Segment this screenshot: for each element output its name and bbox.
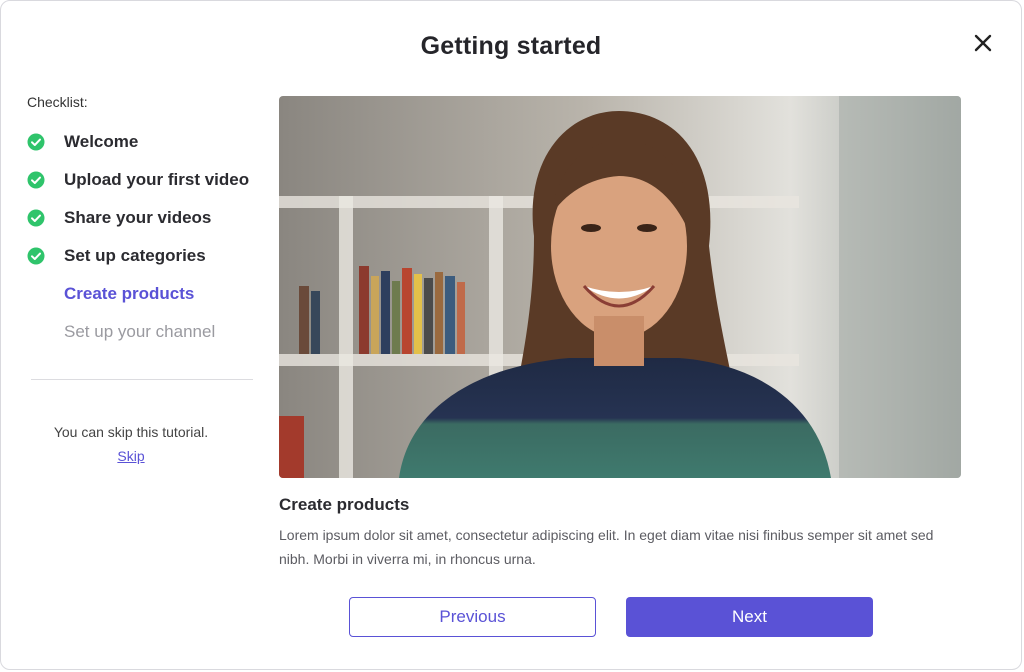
checklist-item-label: Set up categories bbox=[64, 246, 206, 265]
close-icon[interactable] bbox=[969, 29, 997, 57]
dialog-title: Getting started bbox=[420, 32, 602, 60]
skip-tutorial-text: You can skip this tutorial. bbox=[53, 424, 209, 440]
sidebar-divider bbox=[31, 379, 253, 380]
checklist-item-label: Set up your channel bbox=[64, 322, 216, 341]
checklist-item-welcome[interactable]: Welcome bbox=[27, 123, 257, 161]
check-circle-icon bbox=[27, 133, 45, 151]
checklist-item-upload-video[interactable]: Upload your first video bbox=[27, 161, 257, 199]
previous-button[interactable]: Previous bbox=[349, 597, 596, 637]
check-circle-icon bbox=[27, 247, 45, 265]
step-description: Lorem ipsum dolor sit amet, consectetur … bbox=[279, 527, 934, 567]
skip-link-wrapper: Skip bbox=[31, 448, 231, 464]
skip-link[interactable]: Skip bbox=[117, 448, 144, 464]
checklist-item-categories[interactable]: Set up categories bbox=[27, 237, 257, 275]
step-title: Create products bbox=[279, 495, 410, 514]
next-button[interactable]: Next bbox=[626, 597, 873, 637]
checklist-item-share-videos[interactable]: Share your videos bbox=[27, 199, 257, 237]
checklist-item-label: Welcome bbox=[64, 132, 139, 151]
checklist-item-setup-channel[interactable]: Set up your channel bbox=[27, 313, 257, 351]
check-circle-icon bbox=[27, 171, 45, 189]
checklist-sidebar: Checklist: Welcome Upload your first vid… bbox=[27, 94, 257, 351]
tutorial-video-thumbnail[interactable] bbox=[279, 96, 961, 478]
checklist-label: Checklist: bbox=[27, 94, 88, 110]
checklist-item-label: Create products bbox=[64, 284, 195, 303]
checklist-item-label: Share your videos bbox=[64, 208, 212, 227]
check-circle-icon bbox=[27, 209, 45, 227]
checklist-item-label: Upload your first video bbox=[64, 170, 250, 189]
checklist-item-create-products[interactable]: Create products bbox=[27, 275, 257, 313]
getting-started-dialog: Getting started Checklist: Welcome Uploa… bbox=[0, 0, 1022, 670]
